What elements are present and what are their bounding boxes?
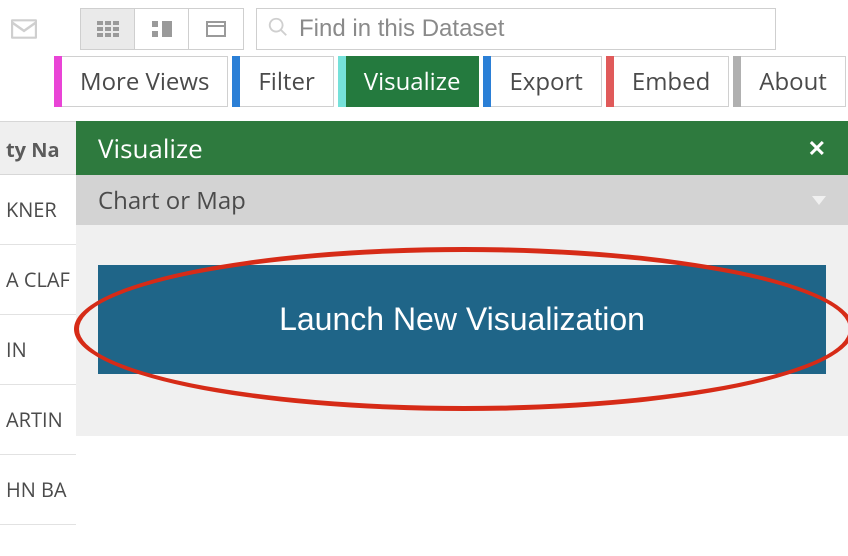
- tab-label: More Views: [62, 56, 228, 107]
- tab-more-views[interactable]: More Views: [54, 56, 228, 107]
- tab-label: Export: [491, 56, 601, 107]
- tab-stripe: [733, 56, 741, 107]
- tab-label: About: [741, 56, 846, 107]
- tab-label: Visualize: [346, 56, 480, 107]
- tab-bar: More Views Filter Visualize Export Embed…: [0, 56, 848, 107]
- tab-label: Filter: [240, 56, 333, 107]
- mail-icon[interactable]: [10, 18, 38, 40]
- search-box[interactable]: [256, 8, 776, 50]
- tab-embed[interactable]: Embed: [606, 56, 729, 107]
- search-input[interactable]: [299, 15, 765, 43]
- launch-visualization-button[interactable]: Launch New Visualization: [98, 265, 826, 374]
- tab-stripe: [232, 56, 240, 107]
- tab-visualize[interactable]: Visualize: [338, 56, 480, 107]
- panel-header: Visualize ✕: [76, 121, 848, 175]
- tab-stripe: [54, 56, 62, 107]
- column-header[interactable]: ty Na: [0, 121, 76, 175]
- table-row[interactable]: HN BA: [0, 455, 76, 525]
- search-icon: [267, 16, 289, 43]
- view-split-icon[interactable]: [135, 9, 189, 49]
- table-row[interactable]: KNER: [0, 175, 76, 245]
- toolbar: [0, 0, 848, 56]
- data-table-fragment: ty Na KNER A CLAF IN ARTIN HN BA: [0, 121, 76, 525]
- tab-label: Embed: [614, 56, 729, 107]
- content-area: ty Na KNER A CLAF IN ARTIN HN BA Visuali…: [0, 121, 848, 525]
- chevron-down-icon: [812, 196, 826, 205]
- view-switcher: [80, 8, 244, 50]
- panel-section-toggle[interactable]: Chart or Map: [76, 175, 848, 225]
- tab-export[interactable]: Export: [483, 56, 601, 107]
- tab-about[interactable]: About: [733, 56, 846, 107]
- tab-stripe: [606, 56, 614, 107]
- table-row[interactable]: IN: [0, 315, 76, 385]
- close-icon[interactable]: ✕: [808, 133, 826, 163]
- table-row[interactable]: ARTIN: [0, 385, 76, 455]
- visualize-panel: Visualize ✕ Chart or Map Launch New Visu…: [76, 121, 848, 525]
- tab-filter[interactable]: Filter: [232, 56, 333, 107]
- view-single-icon[interactable]: [189, 9, 243, 49]
- panel-title: Visualize: [98, 130, 203, 166]
- panel-body: Launch New Visualization: [76, 225, 848, 436]
- tab-stripe: [483, 56, 491, 107]
- tab-stripe: [338, 56, 346, 107]
- view-grid-icon[interactable]: [81, 9, 135, 49]
- table-row[interactable]: A CLAF: [0, 245, 76, 315]
- panel-section-label: Chart or Map: [98, 184, 246, 217]
